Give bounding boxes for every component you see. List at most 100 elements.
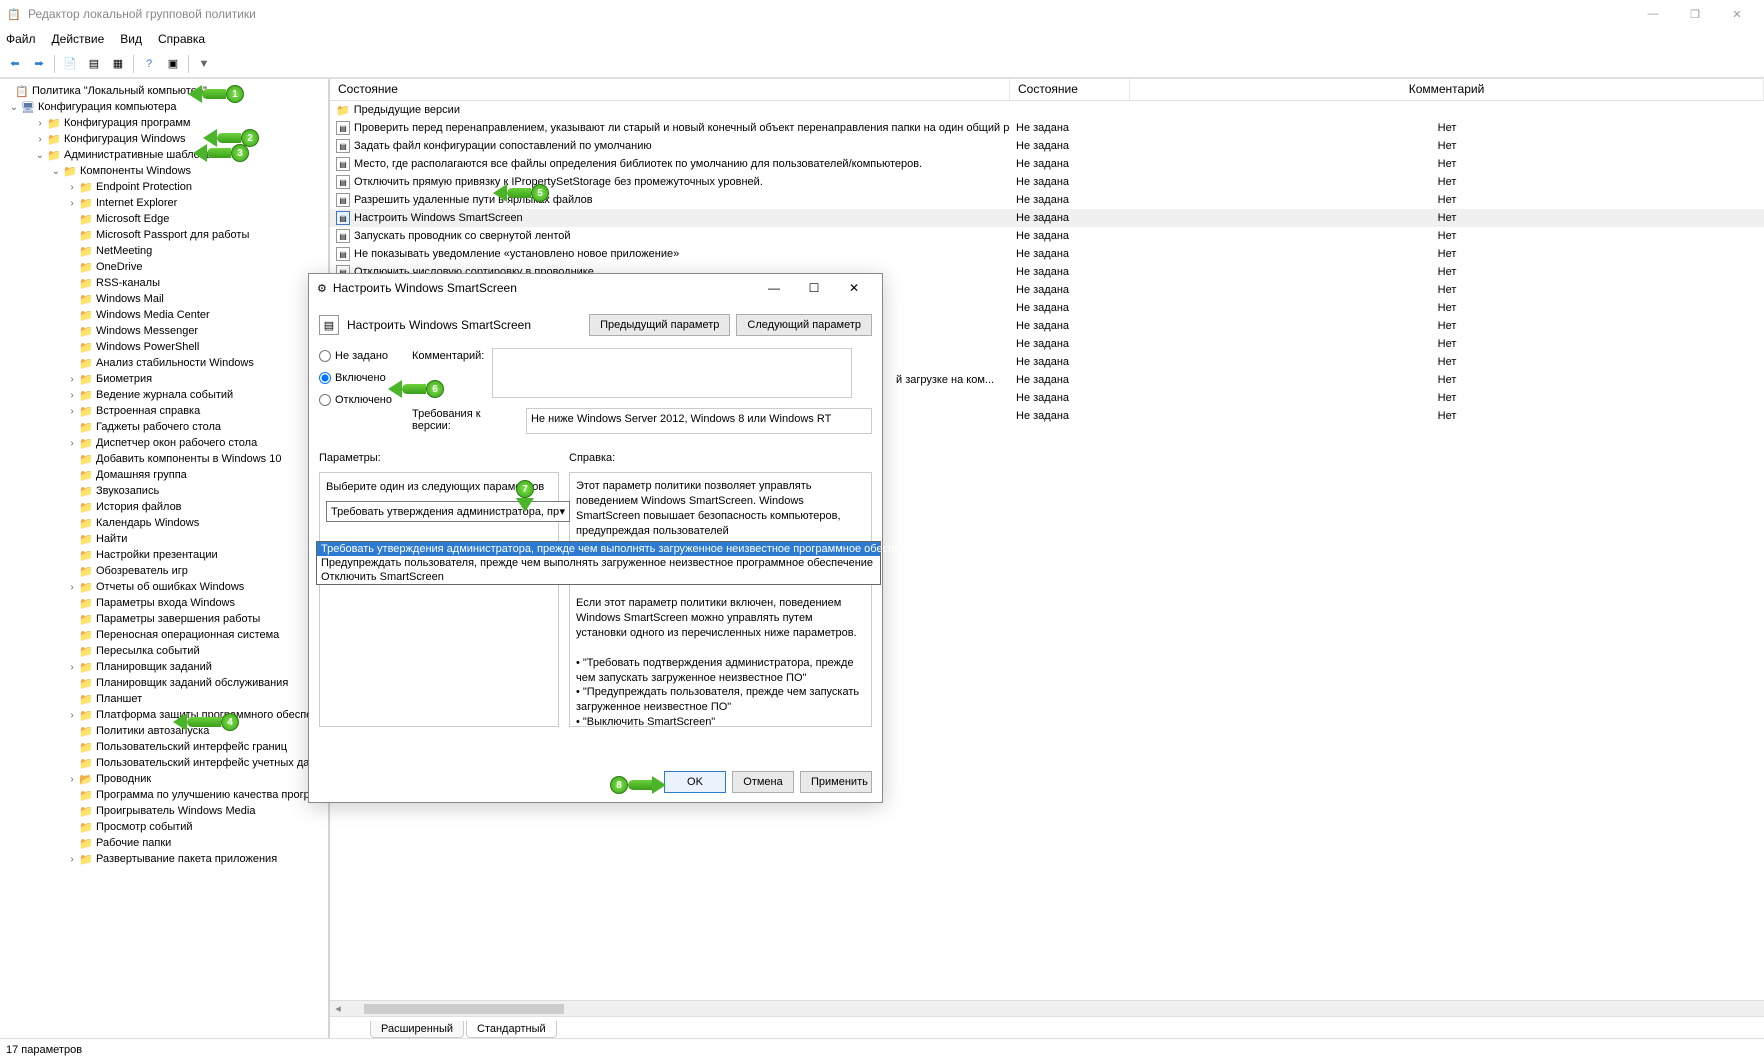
expander-icon[interactable]: › [66, 662, 78, 673]
tree-item[interactable]: 📁OneDrive [0, 259, 328, 275]
expander-icon[interactable]: › [66, 390, 78, 401]
close-button[interactable]: ✕ [1716, 0, 1758, 28]
tree-item[interactable]: 📁Обозреватель игр [0, 563, 328, 579]
tree-item[interactable]: 📁Найти [0, 531, 328, 547]
horizontal-scrollbar[interactable]: ◂ [330, 1000, 1764, 1016]
expander-icon[interactable]: › [34, 134, 46, 145]
tree-item[interactable]: 📁Пересылка событий [0, 643, 328, 659]
menu-action[interactable]: Действие [52, 32, 105, 46]
up-button[interactable]: 📄 [59, 53, 81, 75]
tree-item[interactable]: ›📁Платформа защиты программного обеспеч [0, 707, 328, 723]
tree-root[interactable]: 📋 Политика "Локальный компьютер" [0, 83, 328, 99]
tree-item[interactable]: 📁Проигрыватель Windows Media [0, 803, 328, 819]
tree-item[interactable]: ›📁Диспетчер окон рабочего стола [0, 435, 328, 451]
radio-disabled[interactable]: Отключено [319, 394, 392, 406]
tree-item[interactable]: 📁Windows PowerShell [0, 339, 328, 355]
tab-standard[interactable]: Стандартный [466, 1021, 557, 1038]
help-text-box[interactable]: Этот параметр политики позволяет управля… [569, 472, 872, 727]
tree-item[interactable]: 📁Переносная операционная система [0, 627, 328, 643]
expander-icon[interactable]: › [66, 182, 78, 193]
tree-item[interactable]: ›📁Отчеты об ошибках Windows [0, 579, 328, 595]
tree-item[interactable]: 📁Параметры завершения работы [0, 611, 328, 627]
radio-not-set[interactable]: Не задано [319, 350, 392, 362]
combo-option[interactable]: Предупреждать пользователя, прежде чем в… [317, 556, 880, 570]
tree-item[interactable]: 📁Windows Mail [0, 291, 328, 307]
list-row[interactable]: ▤Задать файл конфигурации сопоставлений … [330, 137, 1764, 155]
tree-item[interactable]: 📁Планировщик заданий обслуживания [0, 675, 328, 691]
tree-item[interactable]: 📁Microsoft Passport для работы [0, 227, 328, 243]
menu-view[interactable]: Вид [120, 32, 142, 46]
tree-item[interactable]: 📁Параметры входа Windows [0, 595, 328, 611]
back-button[interactable]: ⬅ [4, 53, 26, 75]
tree-item[interactable]: 📁Анализ стабильности Windows [0, 355, 328, 371]
list-row[interactable]: ▤Не показывать уведомление «установлено … [330, 245, 1764, 263]
expander-icon[interactable]: › [66, 582, 78, 593]
maximize-button[interactable]: ❐ [1674, 0, 1716, 28]
column-comment[interactable]: Комментарий [1130, 79, 1764, 100]
tree-item[interactable]: 📁Звукозапись [0, 483, 328, 499]
tab-extended[interactable]: Расширенный [370, 1021, 464, 1038]
expander-icon[interactable]: › [66, 198, 78, 209]
details-icon[interactable]: ▦ [107, 53, 129, 75]
tree-item[interactable]: 📁Планшет [0, 691, 328, 707]
list-row[interactable]: ▤Запускать проводник со свернутой лентой… [330, 227, 1764, 245]
combobox-dropdown[interactable]: Требовать утверждения администратора, пр… [316, 541, 881, 585]
help-icon[interactable]: ? [138, 53, 160, 75]
filter-icon[interactable]: ▼ [193, 53, 215, 75]
dialog-close-button[interactable]: ✕ [834, 275, 874, 301]
tree-item[interactable]: 📁Политики автозапуска [0, 723, 328, 739]
tree-item[interactable]: ›📁Internet Explorer [0, 195, 328, 211]
minimize-button[interactable]: — [1632, 0, 1674, 28]
tree-item[interactable]: 📁Добавить компоненты в Windows 10 [0, 451, 328, 467]
forward-button[interactable]: ➡ [28, 53, 50, 75]
expander-icon[interactable]: ⌄ [50, 166, 62, 177]
radio-enabled[interactable]: Включено [319, 372, 392, 384]
tree-item[interactable]: 📁Просмотр событий [0, 819, 328, 835]
tree-item[interactable]: 📁Домашняя группа [0, 467, 328, 483]
tree-admin-templates[interactable]: ⌄ 📁 Административные шаблоны [0, 147, 328, 163]
tree-item[interactable]: 📁История файлов [0, 499, 328, 515]
expander-icon[interactable]: ⌄ [8, 102, 20, 113]
ok-button[interactable]: OK [664, 771, 726, 793]
tree-windows-config[interactable]: › 📁 Конфигурация Windows [0, 131, 328, 147]
expander-icon[interactable]: › [66, 710, 78, 721]
expander-icon[interactable]: › [66, 438, 78, 449]
tree-item[interactable]: 📁Рабочие папки [0, 835, 328, 851]
next-setting-button[interactable]: Следующий параметр [736, 314, 872, 336]
dialog-minimize-button[interactable]: — [754, 275, 794, 301]
expander-icon[interactable]: › [34, 118, 46, 129]
list-row[interactable]: 📁Предыдущие версии [330, 101, 1764, 119]
comment-textarea[interactable] [492, 348, 852, 398]
list-row[interactable]: ▤Проверить перед перенаправлением, указы… [330, 119, 1764, 137]
tree-item[interactable]: 📁NetMeeting [0, 243, 328, 259]
tree-item[interactable]: 📁Программа по улучшению качества прогр [0, 787, 328, 803]
combo-option[interactable]: Требовать утверждения администратора, пр… [317, 542, 880, 556]
combo-option[interactable]: Отключить SmartScreen [317, 570, 880, 584]
tree-program-config[interactable]: › 📁 Конфигурация программ [0, 115, 328, 131]
cancel-button[interactable]: Отмена [732, 771, 794, 793]
tree-pane[interactable]: 📋 Политика "Локальный компьютер" ⌄ 🖥 Кон… [0, 79, 330, 1038]
tree-item[interactable]: ›📁Биометрия [0, 371, 328, 387]
list-row[interactable]: ▤Настроить Windows SmartScreenНе заданаН… [330, 209, 1764, 227]
tree-item[interactable]: ›📁Ведение журнала событий [0, 387, 328, 403]
tree-item[interactable]: ›📂Проводник [0, 771, 328, 787]
tree-item[interactable]: ›📁Развертывание пакета приложения [0, 851, 328, 867]
tree-item[interactable]: 📁Windows Messenger [0, 323, 328, 339]
apply-button[interactable]: Применить [800, 771, 872, 793]
expander-icon[interactable]: › [66, 374, 78, 385]
tree-item[interactable]: 📁Microsoft Edge [0, 211, 328, 227]
tree-item[interactable]: 📁Windows Media Center [0, 307, 328, 323]
options-icon[interactable]: ▣ [162, 53, 184, 75]
prev-setting-button[interactable]: Предыдущий параметр [589, 314, 730, 336]
tree-item[interactable]: 📁Настройки презентации [0, 547, 328, 563]
expander-icon[interactable]: ⌄ [34, 150, 46, 161]
tree-item[interactable]: ›📁Встроенная справка [0, 403, 328, 419]
expander-icon[interactable]: › [66, 774, 78, 785]
tree-item[interactable]: 📁Пользовательский интерфейс границ [0, 739, 328, 755]
expander-icon[interactable]: › [66, 406, 78, 417]
tree-item[interactable]: 📁RSS-каналы [0, 275, 328, 291]
column-name[interactable]: Состояние [330, 79, 1010, 100]
menu-file[interactable]: Файл [6, 32, 36, 46]
list-row[interactable]: ▤Место, где располагаются все файлы опре… [330, 155, 1764, 173]
dialog-maximize-button[interactable]: ☐ [794, 275, 834, 301]
